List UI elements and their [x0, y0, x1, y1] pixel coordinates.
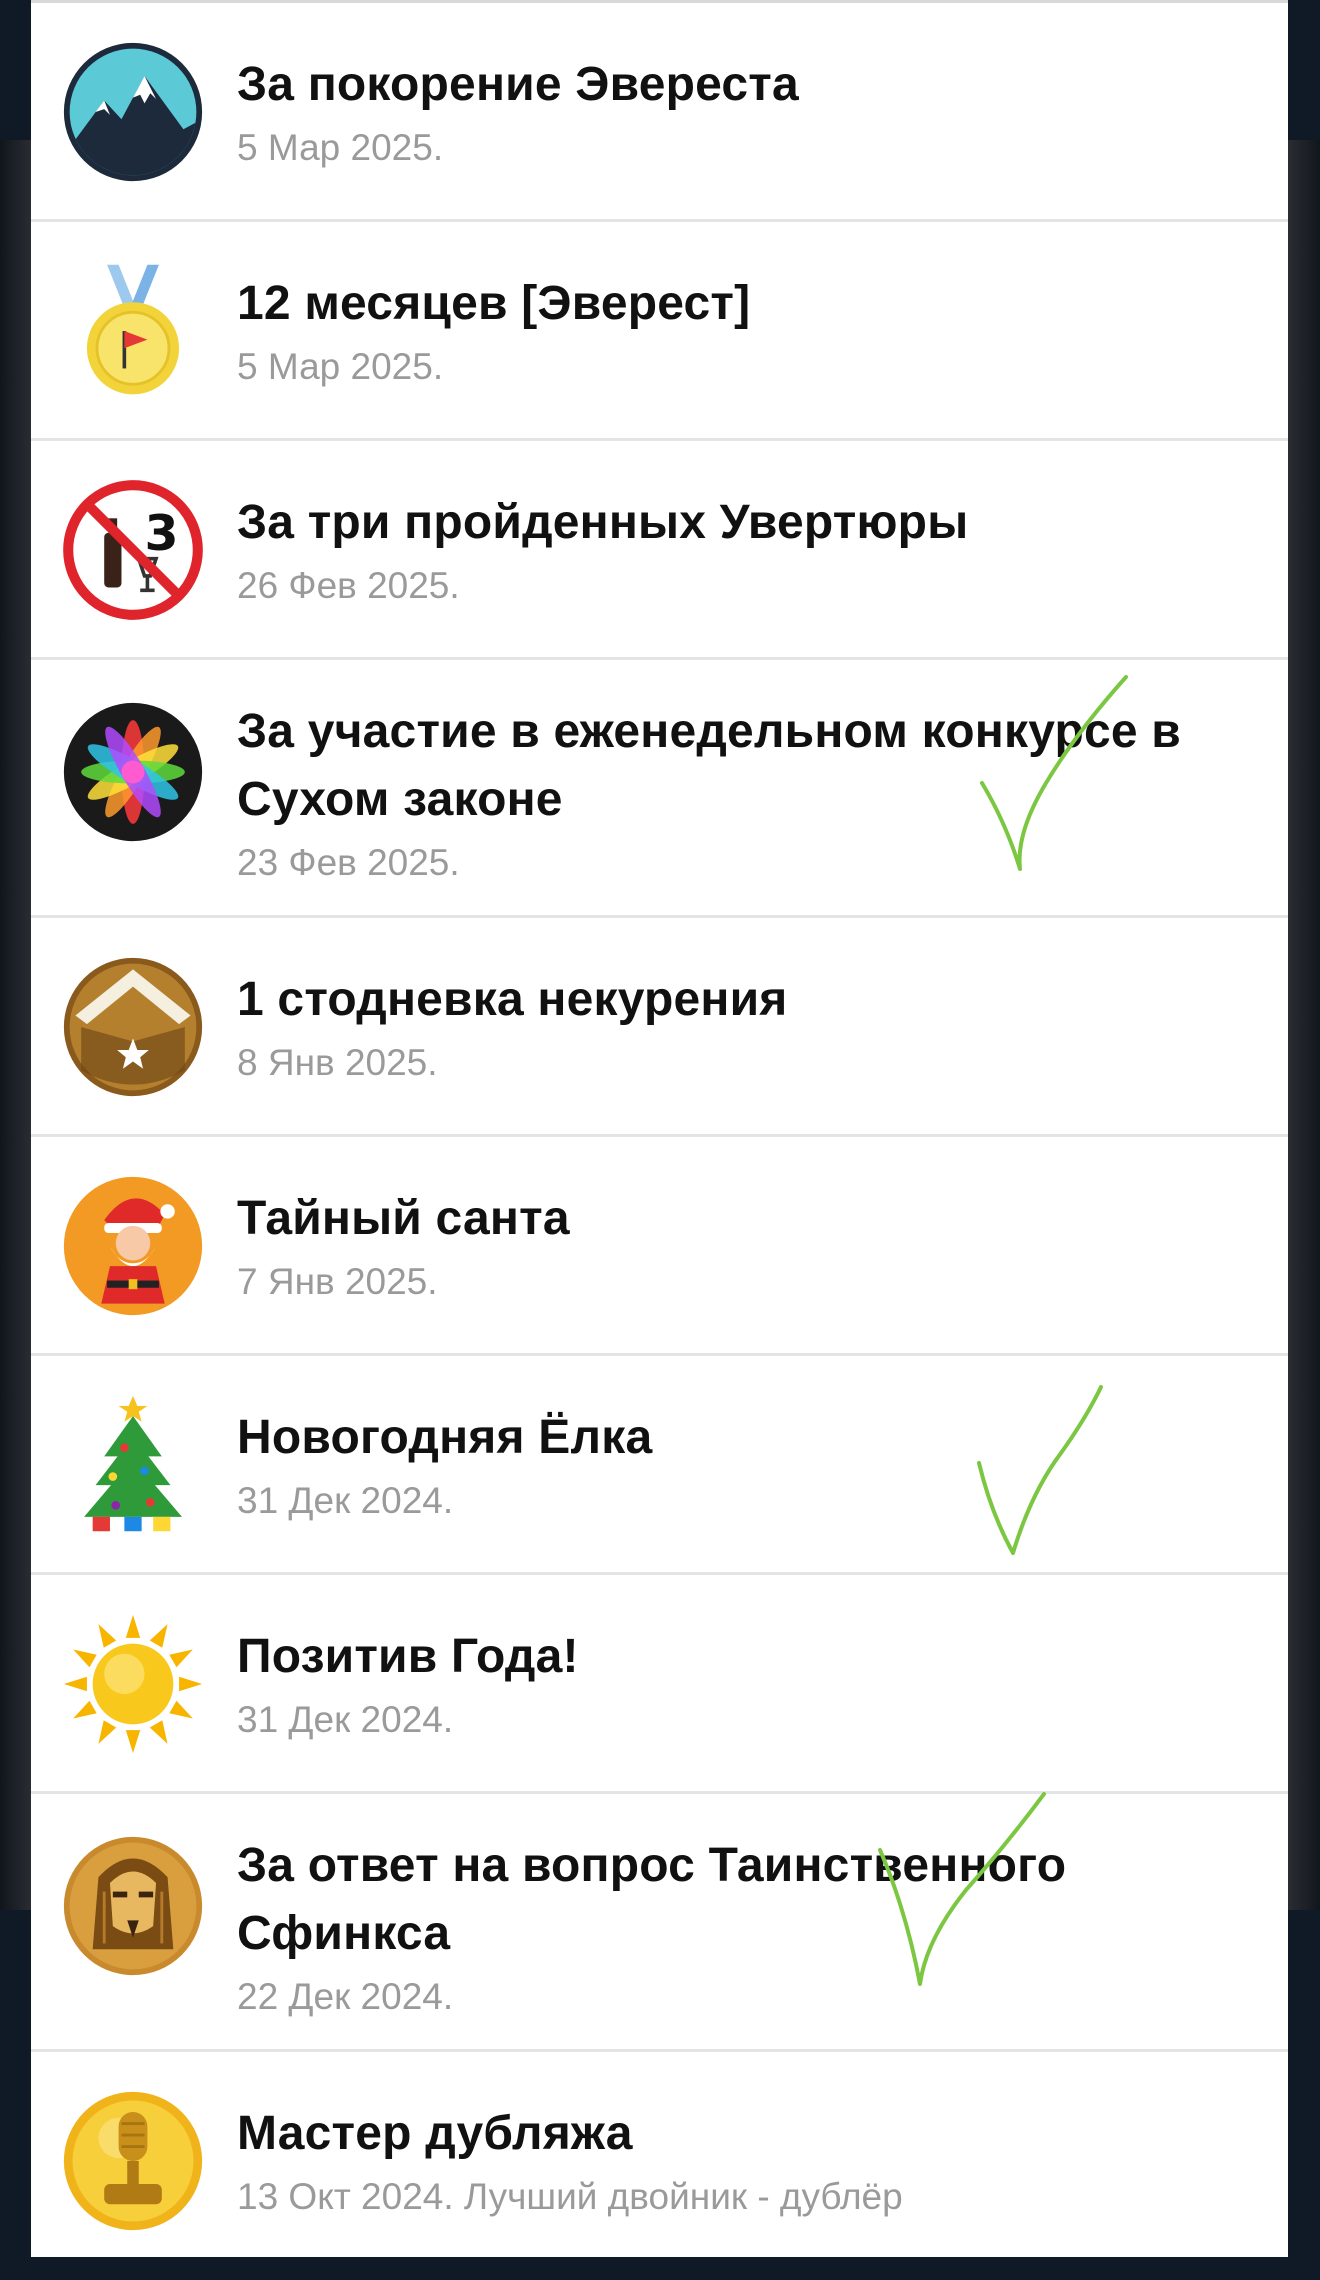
awards-panel: За покорение Эвереста 5 Мар 2025. 12 мес… — [31, 0, 1288, 2257]
award-date: 22 Дек 2024. — [237, 1976, 454, 2017]
award-date: 8 Янв 2025. — [237, 1042, 438, 1083]
microphone-award-icon — [61, 2089, 205, 2233]
award-date: 23 Фев 2025. — [237, 842, 460, 883]
award-title: Позитив Года! — [237, 1630, 579, 1683]
award-list: За покорение Эвереста 5 Мар 2025. 12 мес… — [31, 3, 1288, 2257]
award-date: 26 Фев 2025. — [237, 565, 460, 606]
mountain-icon — [61, 40, 205, 184]
award-item[interactable]: Позитив Года! 31 Дек 2024. — [31, 1575, 1288, 1794]
award-item[interactable]: За ответ на вопрос Таинственного Сфинкса… — [31, 1794, 1288, 2052]
svg-text:3: 3 — [145, 505, 179, 562]
award-title: За участие в еженедельном конкурсе в Сух… — [237, 705, 1182, 826]
award-date: 31 Дек 2024. — [237, 1699, 454, 1740]
sphinx-icon — [61, 1834, 205, 1978]
award-item[interactable]: Мастер дубляжа 13 Окт 2024. Лучший двойн… — [31, 2052, 1288, 2257]
sun-icon — [61, 1612, 205, 1756]
award-title: Новогодняя Ёлка — [237, 1411, 653, 1464]
award-date: 5 Мар 2025. — [237, 346, 444, 387]
rainbow-wheel-icon — [61, 700, 205, 844]
award-item[interactable]: 3 За три пройденных Увертюры 26 Фев 2025… — [31, 441, 1288, 660]
award-date: 31 Дек 2024. — [237, 1480, 454, 1521]
award-item[interactable]: Новогодняя Ёлка 31 Дек 2024. — [31, 1356, 1288, 1575]
award-title: За ответ на вопрос Таинственного Сфинкса — [237, 1839, 1067, 1960]
award-title: За три пройденных Увертюры — [237, 496, 969, 549]
award-title: 12 месяцев [Эверест] — [237, 277, 751, 330]
award-title: За покорение Эвереста — [237, 58, 799, 111]
award-date: 7 Янв 2025. — [237, 1261, 438, 1302]
medal-icon — [61, 259, 205, 403]
award-title: 1 стодневка некурения — [237, 973, 788, 1026]
christmas-tree-icon — [61, 1393, 205, 1537]
award-title: Тайный санта — [237, 1192, 570, 1245]
award-date: 5 Мар 2025. — [237, 127, 444, 168]
award-item[interactable]: За покорение Эвереста 5 Мар 2025. — [31, 3, 1288, 222]
santa-icon — [61, 1174, 205, 1318]
award-date: 13 Окт 2024. Лучший двойник - дублёр — [237, 2176, 903, 2217]
no-alcohol-icon: 3 — [61, 478, 205, 622]
award-item[interactable]: 12 месяцев [Эверест] 5 Мар 2025. — [31, 222, 1288, 441]
award-item[interactable]: За участие в еженедельном конкурсе в Сух… — [31, 660, 1288, 918]
gold-badge-icon — [61, 955, 205, 1099]
award-item[interactable]: Тайный санта 7 Янв 2025. — [31, 1137, 1288, 1356]
award-title: Мастер дубляжа — [237, 2107, 633, 2160]
award-item[interactable]: 1 стодневка некурения 8 Янв 2025. — [31, 918, 1288, 1137]
